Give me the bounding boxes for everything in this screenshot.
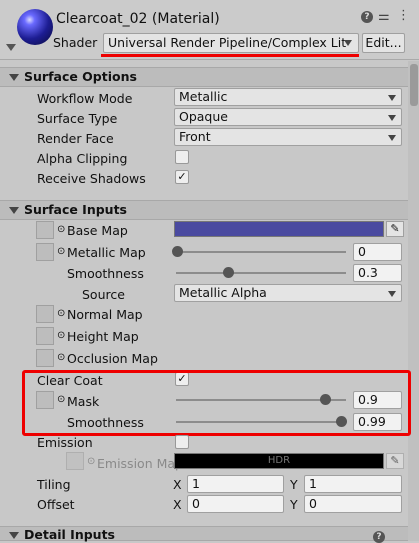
surface-inputs-title: Surface Inputs xyxy=(24,202,127,217)
tiling-y-label: Y xyxy=(290,477,298,492)
emission-label: Emission xyxy=(37,435,93,450)
normal-map-label: Normal Map xyxy=(67,307,143,322)
shader-label: Shader xyxy=(53,35,98,50)
help-icon[interactable]: ? xyxy=(361,11,373,23)
chevron-down-icon xyxy=(388,135,396,141)
material-inspector: Clearcoat_02 (Material) ? ⚌ ⋮ Shader Uni… xyxy=(0,0,419,543)
shader-highlight-underline xyxy=(101,54,359,57)
workflow-mode-label: Workflow Mode xyxy=(37,91,133,106)
render-face-label: Render Face xyxy=(37,131,114,146)
clear-coat-highlight-box xyxy=(22,370,411,436)
foldout-open-icon[interactable] xyxy=(9,532,19,539)
foldout-open-icon[interactable] xyxy=(9,74,19,81)
object-picker-icon[interactable]: ⊙ xyxy=(87,456,95,467)
height-map-label: Height Map xyxy=(67,329,139,344)
hdr-label: HDR xyxy=(267,455,291,466)
occlusion-map-texture-slot[interactable] xyxy=(36,349,54,367)
alpha-clipping-checkbox[interactable] xyxy=(175,150,189,164)
tiling-x-field[interactable]: 1 xyxy=(187,475,284,493)
base-map-texture-slot[interactable] xyxy=(36,221,54,239)
metallic-map-label: Metallic Map xyxy=(67,245,146,260)
material-preview-sphere xyxy=(17,9,53,45)
settings-sliders-icon[interactable]: ⚌ xyxy=(378,9,390,24)
chevron-down-icon xyxy=(388,291,396,297)
receive-shadows-checkbox[interactable]: ✓ xyxy=(175,170,189,184)
object-picker-icon[interactable]: ⊙ xyxy=(57,246,65,257)
object-picker-icon[interactable]: ⊙ xyxy=(57,330,65,341)
shader-dropdown[interactable]: Universal Render Pipeline/Complex Lit xyxy=(103,33,359,53)
header-foldout-icon[interactable] xyxy=(6,44,16,51)
occlusion-map-label: Occlusion Map xyxy=(67,351,158,366)
smoothness-slider-handle[interactable] xyxy=(223,267,234,278)
tiling-y-field[interactable]: 1 xyxy=(304,475,402,493)
object-picker-icon[interactable]: ⊙ xyxy=(57,224,65,235)
eyedropper-icon[interactable]: ✎ xyxy=(386,453,404,469)
shader-dropdown-value: Universal Render Pipeline/Complex Lit xyxy=(108,35,347,50)
surface-options-title: Surface Options xyxy=(24,69,137,84)
smoothness-label: Smoothness xyxy=(67,266,144,281)
base-color-field[interactable] xyxy=(174,221,384,237)
base-map-label: Base Map xyxy=(67,223,128,238)
render-face-dropdown[interactable]: Front xyxy=(174,128,402,146)
offset-y-label: Y xyxy=(290,497,298,512)
material-title: Clearcoat_02 (Material) xyxy=(56,11,220,27)
tiling-x-label: X xyxy=(173,477,182,492)
emission-color-field[interactable]: HDR xyxy=(174,453,384,469)
chevron-down-icon xyxy=(344,40,352,46)
height-map-texture-slot[interactable] xyxy=(36,327,54,345)
render-face-value: Front xyxy=(179,129,211,144)
foldout-open-icon[interactable] xyxy=(9,207,19,214)
scrollbar-thumb[interactable] xyxy=(410,64,418,106)
detail-inputs-title: Detail Inputs xyxy=(24,527,115,542)
emission-map-label: Emission Map xyxy=(97,456,183,471)
normal-map-texture-slot[interactable] xyxy=(36,305,54,323)
metallic-slider-handle[interactable] xyxy=(172,246,183,257)
object-picker-icon[interactable]: ⊙ xyxy=(57,352,65,363)
alpha-clipping-label: Alpha Clipping xyxy=(37,151,128,166)
offset-label: Offset xyxy=(37,497,75,512)
offset-x-label: X xyxy=(173,497,182,512)
workflow-mode-value: Metallic xyxy=(179,89,228,104)
metallic-slider-track[interactable] xyxy=(176,251,346,253)
receive-shadows-label: Receive Shadows xyxy=(37,171,146,186)
chevron-down-icon xyxy=(388,115,396,121)
workflow-mode-dropdown[interactable]: Metallic xyxy=(174,88,402,106)
source-value: Metallic Alpha xyxy=(179,285,267,300)
metallic-value-field[interactable]: 0 xyxy=(353,243,402,261)
chevron-down-icon xyxy=(388,95,396,101)
smoothness-value-field[interactable]: 0.3 xyxy=(353,264,402,282)
source-dropdown[interactable]: Metallic Alpha xyxy=(174,284,402,302)
smoothness-slider-track[interactable] xyxy=(176,272,346,274)
edit-shader-button[interactable]: Edit... xyxy=(362,33,405,53)
scrollbar-track[interactable] xyxy=(408,61,419,541)
emission-map-texture-slot[interactable] xyxy=(66,452,84,470)
offset-y-field[interactable]: 0 xyxy=(304,495,402,513)
surface-type-value: Opaque xyxy=(179,109,228,124)
emission-checkbox[interactable] xyxy=(175,435,189,449)
object-picker-icon[interactable]: ⊙ xyxy=(57,308,65,319)
surface-type-label: Surface Type xyxy=(37,111,118,126)
offset-x-field[interactable]: 0 xyxy=(187,495,284,513)
more-menu-icon[interactable]: ⋮ xyxy=(397,8,410,23)
source-label: Source xyxy=(82,287,125,302)
surface-type-dropdown[interactable]: Opaque xyxy=(174,108,402,126)
eyedropper-icon[interactable]: ✎ xyxy=(386,221,404,237)
metallic-map-texture-slot[interactable] xyxy=(36,243,54,261)
tiling-label: Tiling xyxy=(37,477,71,492)
help-icon[interactable]: ? xyxy=(373,531,385,543)
